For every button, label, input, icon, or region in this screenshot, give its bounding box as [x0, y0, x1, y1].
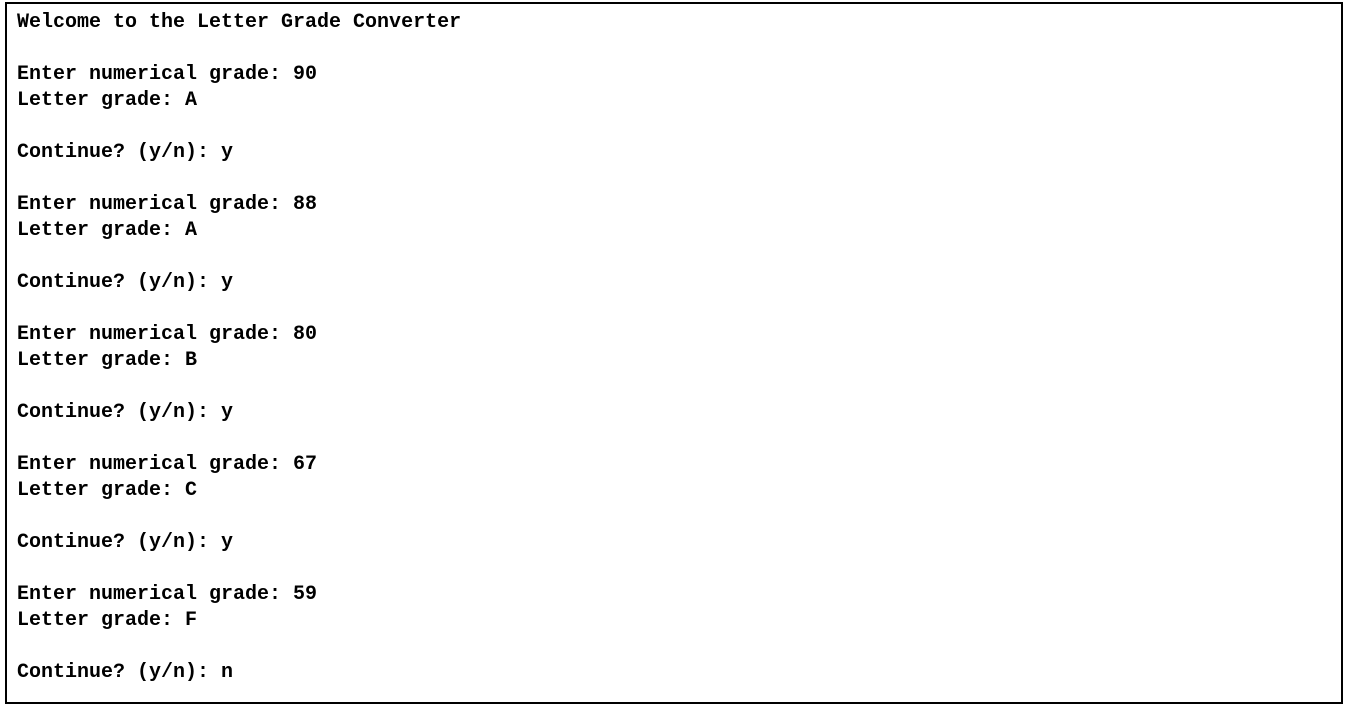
- grade-input-5: 59: [293, 583, 317, 606]
- grade-input-2: 88: [293, 193, 317, 216]
- continue-prompt: Continue? (y/n):: [17, 531, 221, 554]
- terminal-output: Welcome to the Letter Grade Converter En…: [5, 2, 1343, 704]
- enter-grade-line-3: Enter numerical grade: 80: [17, 322, 1331, 348]
- continue-input-1: y: [221, 141, 233, 164]
- continue-input-3: y: [221, 401, 233, 424]
- enter-grade-line-1: Enter numerical grade: 90: [17, 62, 1331, 88]
- blank-line: [17, 36, 1331, 62]
- enter-grade-line-2: Enter numerical grade: 88: [17, 192, 1331, 218]
- continue-input-2: y: [221, 271, 233, 294]
- letter-grade-prompt: Letter grade:: [17, 219, 185, 242]
- continue-prompt: Continue? (y/n):: [17, 661, 221, 684]
- continue-line-1: Continue? (y/n): y: [17, 140, 1331, 166]
- grade-input-3: 80: [293, 323, 317, 346]
- enter-grade-line-5: Enter numerical grade: 59: [17, 582, 1331, 608]
- blank-line: [17, 556, 1331, 582]
- title-line: Welcome to the Letter Grade Converter: [17, 10, 1331, 36]
- blank-line: [17, 504, 1331, 530]
- blank-line: [17, 374, 1331, 400]
- letter-grade-line-4: Letter grade: C: [17, 478, 1331, 504]
- letter-grade-prompt: Letter grade:: [17, 479, 185, 502]
- letter-output-3: B: [185, 349, 197, 372]
- letter-grade-line-2: Letter grade: A: [17, 218, 1331, 244]
- letter-grade-prompt: Letter grade:: [17, 609, 185, 632]
- letter-output-5: F: [185, 609, 197, 632]
- enter-grade-prompt: Enter numerical grade:: [17, 583, 293, 606]
- enter-grade-line-4: Enter numerical grade: 67: [17, 452, 1331, 478]
- continue-line-2: Continue? (y/n): y: [17, 270, 1331, 296]
- continue-line-4: Continue? (y/n): y: [17, 530, 1331, 556]
- letter-output-2: A: [185, 219, 197, 242]
- grade-input-4: 67: [293, 453, 317, 476]
- letter-grade-prompt: Letter grade:: [17, 89, 185, 112]
- continue-line-5: Continue? (y/n): n: [17, 660, 1331, 686]
- letter-grade-line-1: Letter grade: A: [17, 88, 1331, 114]
- enter-grade-prompt: Enter numerical grade:: [17, 63, 293, 86]
- letter-grade-prompt: Letter grade:: [17, 349, 185, 372]
- enter-grade-prompt: Enter numerical grade:: [17, 453, 293, 476]
- letter-grade-line-5: Letter grade: F: [17, 608, 1331, 634]
- letter-output-4: C: [185, 479, 197, 502]
- continue-prompt: Continue? (y/n):: [17, 271, 221, 294]
- blank-line: [17, 634, 1331, 660]
- letter-grade-line-3: Letter grade: B: [17, 348, 1331, 374]
- letter-output-1: A: [185, 89, 197, 112]
- blank-line: [17, 114, 1331, 140]
- continue-input-5: n: [221, 661, 233, 684]
- blank-line: [17, 426, 1331, 452]
- enter-grade-prompt: Enter numerical grade:: [17, 323, 293, 346]
- blank-line: [17, 166, 1331, 192]
- continue-line-3: Continue? (y/n): y: [17, 400, 1331, 426]
- blank-line: [17, 244, 1331, 270]
- grade-input-1: 90: [293, 63, 317, 86]
- continue-prompt: Continue? (y/n):: [17, 141, 221, 164]
- enter-grade-prompt: Enter numerical grade:: [17, 193, 293, 216]
- continue-prompt: Continue? (y/n):: [17, 401, 221, 424]
- continue-input-4: y: [221, 531, 233, 554]
- blank-line: [17, 296, 1331, 322]
